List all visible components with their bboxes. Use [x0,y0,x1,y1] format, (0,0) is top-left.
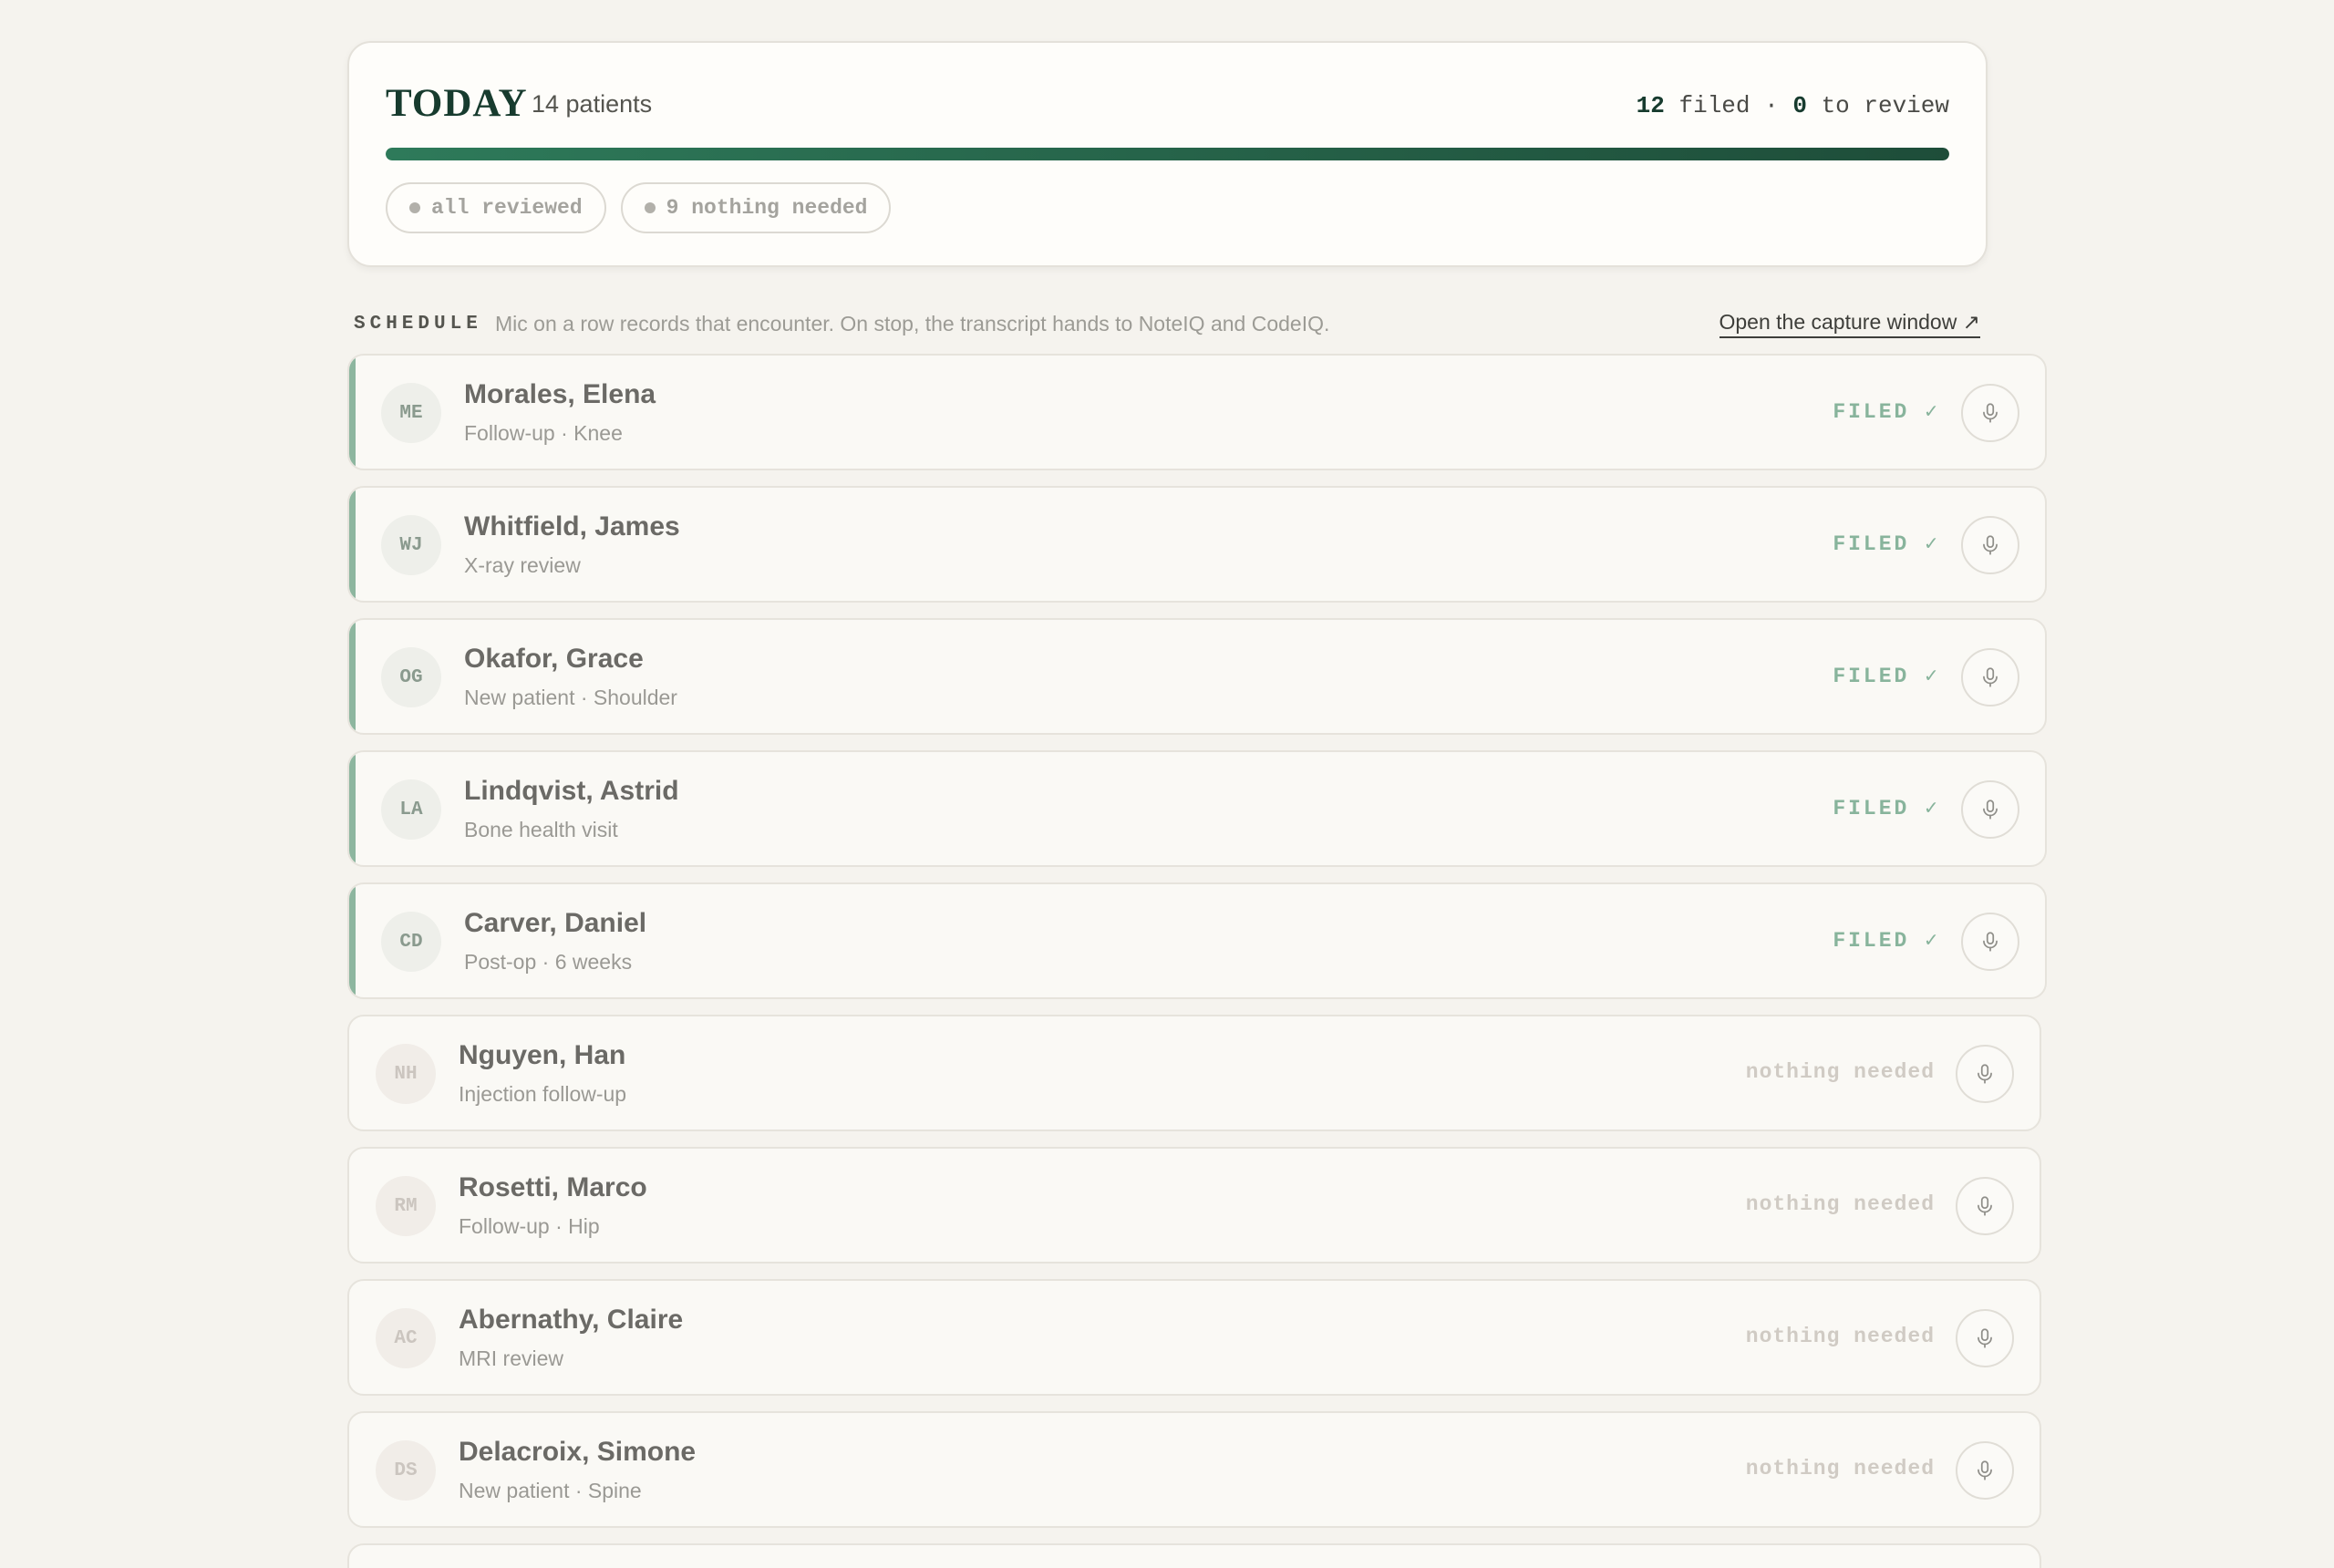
filed-stripe [349,488,356,601]
status-badge: FILED ✓ [1833,665,1940,688]
microphone-icon [1983,535,1998,555]
today-summary-card: TODAY 14 patients 12 filed · 0 to review… [347,41,1988,267]
schedule-label: SCHEDULE [354,314,482,335]
review-label: to review [1821,92,1949,119]
visit-type: X-ray review [464,553,581,577]
list-item-partial[interactable] [347,1543,2041,1568]
list-item-me[interactable]: ME Morales, Elena Follow-up · Knee FILED… [347,354,2047,470]
today-title: TODAY [386,82,528,125]
visit-type: New patient · Shoulder [464,686,677,709]
stats-separator: · [1764,92,1779,119]
status-badge: nothing needed [1745,1325,1935,1348]
patient-name: Whitfield, James [464,511,680,542]
record-mic-button[interactable] [1956,1045,2014,1103]
schedule-header: SCHEDULE Mic on a row records that encou… [354,310,1980,346]
record-mic-button[interactable] [1956,1441,2014,1500]
avatar: AC [376,1308,436,1368]
filed-review-stats: 12 filed · 0 to review [1637,92,1949,119]
microphone-icon [1983,932,1998,952]
pill-label: all reviewed [431,196,583,220]
visit-type: Follow-up · Hip [459,1214,600,1238]
patient-name: Okafor, Grace [464,644,644,674]
list-item-ds[interactable]: DS Delacroix, Simone New patient · Spine… [347,1411,2041,1528]
summary-pills: all reviewed 9 nothing needed [386,182,892,233]
status-badge: FILED ✓ [1833,532,1940,556]
status-badge: FILED ✓ [1833,400,1940,424]
patient-name: Lindqvist, Astrid [464,776,679,806]
avatar: DS [376,1440,436,1501]
microphone-icon [1978,1460,1992,1480]
patient-name: Morales, Elena [464,379,656,409]
visit-type: Follow-up · Knee [464,421,623,445]
avatar: OG [381,647,441,707]
visit-type: Bone health visit [464,818,618,841]
filed-label: filed [1678,92,1750,119]
avatar: LA [381,779,441,840]
dot-icon [409,202,420,213]
schedule-description: Mic on a row records that encounter. On … [495,312,1330,335]
avatar: RM [376,1176,436,1236]
open-capture-window-link[interactable]: Open the capture window ↗ [1719,310,1980,338]
patient-name: Carver, Daniel [464,908,647,938]
visit-type: MRI review [459,1346,564,1370]
record-mic-button[interactable] [1961,913,2019,971]
avatar: NH [376,1044,436,1104]
progress-fill [386,148,1949,160]
avatar: ME [381,383,441,443]
status-badge: nothing needed [1745,1060,1935,1084]
microphone-icon [1983,667,1998,687]
microphone-icon [1978,1196,1992,1216]
filed-count: 12 [1636,92,1665,119]
status-badge: FILED ✓ [1833,797,1940,820]
list-item-wj[interactable]: WJ Whitfield, James X-ray review FILED ✓ [347,486,2047,603]
visit-type: Injection follow-up [459,1082,627,1106]
filed-stripe [349,356,356,469]
status-badge: nothing needed [1745,1192,1935,1216]
filed-stripe [349,752,356,865]
pill-nothing-needed[interactable]: 9 nothing needed [620,182,892,233]
status-badge: FILED ✓ [1833,929,1940,953]
microphone-icon [1978,1064,1992,1084]
filed-stripe [349,884,356,997]
status-badge: nothing needed [1745,1457,1935,1480]
record-mic-button[interactable] [1956,1177,2014,1235]
review-count: 0 [1792,92,1807,119]
list-item-nh[interactable]: NH Nguyen, Han Injection follow-up nothi… [347,1015,2041,1131]
list-item-ac[interactable]: AC Abernathy, Claire MRI review nothing … [347,1279,2041,1396]
progress-bar [386,148,1949,160]
avatar: WJ [381,515,441,575]
patient-count: 14 patients [532,90,653,118]
microphone-icon [1983,799,1998,820]
record-mic-button[interactable] [1961,780,2019,839]
record-mic-button[interactable] [1961,648,2019,707]
visit-type: New patient · Spine [459,1479,642,1502]
patient-name: Nguyen, Han [459,1040,626,1070]
microphone-icon [1978,1328,1992,1348]
list-item-rm[interactable]: RM Rosetti, Marco Follow-up · Hip nothin… [347,1147,2041,1264]
patient-name: Abernathy, Claire [459,1305,684,1335]
pill-label: 9 nothing needed [666,196,868,220]
patient-name: Delacroix, Simone [459,1437,697,1467]
list-item-la[interactable]: LA Lindqvist, Astrid Bone health visit F… [347,750,2047,867]
record-mic-button[interactable] [1961,384,2019,442]
patient-name: Rosetti, Marco [459,1172,647,1202]
schedule-list: ME Morales, Elena Follow-up · Knee FILED… [347,354,2047,1543]
dot-icon [644,202,656,213]
list-item-og[interactable]: OG Okafor, Grace New patient · Shoulder … [347,618,2047,735]
record-mic-button[interactable] [1956,1309,2014,1367]
filed-stripe [349,620,356,733]
avatar: CD [381,912,441,972]
list-item-cd[interactable]: CD Carver, Daniel Post-op · 6 weeks FILE… [347,882,2047,999]
record-mic-button[interactable] [1961,516,2019,574]
microphone-icon [1983,403,1998,423]
app-page: TODAY 14 patients 12 filed · 0 to review… [0,0,2334,1568]
pill-all-reviewed[interactable]: all reviewed [386,182,606,233]
visit-type: Post-op · 6 weeks [464,950,633,974]
